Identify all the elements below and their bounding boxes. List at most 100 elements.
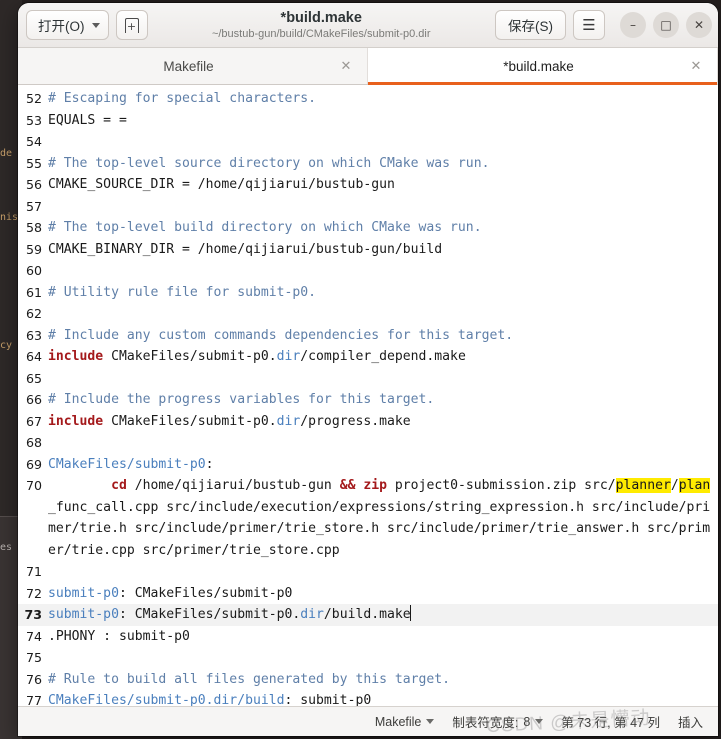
code-line[interactable]: 53 EQUALS = = [18, 110, 718, 132]
code-token: # Include the progress variables for thi… [48, 392, 435, 407]
text-editor[interactable]: 52 # Escaping for special characters. 53 EQ… [18, 85, 718, 706]
tab-build-make[interactable]: *build.make ✕ [368, 48, 718, 85]
code-line[interactable]: 64 include CMakeFiles/submit-p0.dir/compi… [18, 346, 718, 368]
chevron-down-icon [426, 719, 435, 724]
line-number: 70 [25, 478, 42, 493]
background-text-fragment: de [0, 148, 13, 159]
code-line[interactable]: 60 [18, 260, 718, 282]
tab-makefile[interactable]: Makefile ✕ [18, 48, 368, 84]
line-number: 58 [25, 220, 42, 235]
code-text[interactable]: .PHONY : submit-p0 [48, 626, 718, 648]
code-line[interactable]: 56 CMAKE_SOURCE_DIR = /home/qijiarui/bust… [18, 174, 718, 196]
code-text[interactable]: # Rule to build all files generated by t… [48, 669, 718, 691]
save-button[interactable]: 保存(S) [495, 10, 566, 40]
code-line[interactable]: 73 submit-p0: CMakeFiles/submit-p0.dir/bu… [18, 604, 718, 626]
code-text[interactable]: CMakeFiles/submit-p0.dir/build: submit-p… [48, 690, 718, 706]
code-text[interactable]: EQUALS = = [48, 110, 718, 132]
document-title: *build.make [280, 9, 362, 26]
code-line[interactable]: 65 [18, 368, 718, 390]
line-number: 74 [25, 628, 42, 644]
code-line[interactable]: 68 [18, 432, 718, 454]
line-number: 67 [25, 413, 42, 429]
code-text[interactable]: # Escaping for special characters. [48, 88, 718, 110]
tab-close-icon[interactable]: ✕ [683, 60, 709, 73]
save-button-label: 保存(S) [508, 19, 553, 34]
code-token: CMakeFiles/submit-p0 [48, 456, 206, 472]
minimize-icon: – [630, 18, 636, 32]
language-label: Makefile [374, 714, 422, 729]
code-line[interactable]: 72 submit-p0: CMakeFiles/submit-p0 [18, 583, 718, 605]
hamburger-menu-icon: ☰ [582, 17, 596, 34]
code-line[interactable]: 55 # The top-level source directory on wh… [18, 153, 718, 175]
code-text[interactable]: # The top-level build directory on which… [48, 217, 718, 239]
code-token: /home/qijiarui/bustub-gun [126, 478, 340, 493]
code-text[interactable]: # Utility rule file for submit-p0. [48, 282, 718, 304]
tab-width-value: 8 [523, 714, 531, 729]
background-text-fragment: es [0, 542, 13, 553]
code-text[interactable]: CMakeFiles/submit-p0: [48, 454, 718, 476]
code-token: CMakeFiles/submit-p0. [103, 349, 277, 364]
code-text[interactable]: include CMakeFiles/submit-p0.dir/progres… [48, 411, 718, 433]
code-token: include [48, 349, 104, 364]
line-number: 55 [25, 155, 42, 171]
code-line[interactable]: 52 # Escaping for special characters. [18, 88, 718, 110]
code-line[interactable]: 61 # Utility rule file for submit-p0. [18, 282, 718, 304]
code-text[interactable]: submit-p0: CMakeFiles/submit-p0.dir/buil… [48, 604, 718, 626]
code-text[interactable]: CMAKE_SOURCE_DIR = /home/qijiarui/bustub… [48, 174, 718, 196]
tab-close-icon[interactable]: ✕ [333, 60, 359, 73]
line-number: 53 [25, 112, 42, 128]
code-line[interactable]: 66 # Include the progress variables for t… [18, 389, 718, 411]
code-line[interactable]: 54 [18, 131, 718, 153]
code-text[interactable]: # Include any custom commands dependenci… [48, 325, 718, 347]
code-line[interactable]: 75 [18, 647, 718, 669]
code-line[interactable]: 74 .PHONY : submit-p0 [18, 626, 718, 648]
code-token: /compiler_depend.make [300, 349, 466, 364]
open-file-button[interactable]: 打开(O) [26, 10, 109, 40]
code-token: project0-submission.zip src/ [387, 478, 616, 493]
language-selector[interactable]: Makefile [366, 710, 444, 734]
code-token: CMakeFiles/submit-p0. [103, 413, 277, 429]
code-line[interactable]: 76 # Rule to build all files generated by… [18, 669, 718, 691]
code-token: include [48, 413, 104, 429]
gedit-window: 打开(O) *build.make ~/bustub-gun/build/CMa… [18, 3, 718, 736]
code-line[interactable]: 59 CMAKE_BINARY_DIR = /home/qijiarui/bust… [18, 239, 718, 261]
code-text[interactable]: # Include the progress variables for thi… [48, 389, 718, 411]
window-controls: – □ ✕ [613, 12, 712, 38]
code-text[interactable]: cd /home/qijiarui/bustub-gun && zip proj… [48, 475, 718, 561]
code-line[interactable]: 62 [18, 303, 718, 325]
chevron-down-icon [535, 719, 544, 724]
tab-label: *build.make [503, 58, 574, 74]
code-token: && zip [339, 478, 388, 493]
line-number: 68 [25, 435, 42, 450]
line-number: 64 [25, 349, 42, 364]
code-area[interactable]: 52 # Escaping for special characters. 53 EQ… [18, 85, 718, 706]
code-line[interactable]: 77 CMakeFiles/submit-p0.dir/build: submit… [18, 690, 718, 706]
code-line[interactable]: 63 # Include any custom commands dependen… [18, 325, 718, 347]
code-text[interactable]: # The top-level source directory on whic… [48, 153, 718, 175]
line-number: 76 [25, 671, 42, 687]
document-path: ~/bustub-gun/build/CMakeFiles/submit-p0.… [211, 27, 431, 40]
tab-width-selector[interactable]: 制表符宽度: 8 [443, 710, 552, 734]
code-token: : CMakeFiles/submit-p0 [118, 585, 293, 601]
code-line[interactable]: 71 [18, 561, 718, 583]
line-number: 62 [25, 306, 42, 321]
code-line[interactable]: 70 cd /home/qijiarui/bustub-gun && zip p… [18, 475, 718, 561]
code-line[interactable]: 69 CMakeFiles/submit-p0: [18, 454, 718, 476]
code-token: CMAKE_SOURCE_DIR = /home/qijiarui/bustub… [48, 177, 395, 192]
code-line[interactable]: 67 include CMakeFiles/submit-p0.dir/progr… [18, 411, 718, 433]
code-line[interactable]: 57 [18, 196, 718, 218]
minimize-button[interactable]: – [620, 12, 646, 38]
maximize-button[interactable]: □ [653, 12, 679, 38]
close-button[interactable]: ✕ [686, 12, 712, 38]
hamburger-menu-button[interactable]: ☰ [573, 10, 605, 40]
code-token: CMAKE_BINARY_DIR = /home/qijiarui/bustub… [48, 241, 443, 257]
line-number: 75 [25, 650, 42, 665]
code-text[interactable]: include CMakeFiles/submit-p0.dir/compile… [48, 346, 718, 368]
code-text[interactable]: CMAKE_BINARY_DIR = /home/qijiarui/bustub… [48, 239, 718, 261]
code-line[interactable]: 58 # The top-level build directory on whi… [18, 217, 718, 239]
code-text[interactable]: submit-p0: CMakeFiles/submit-p0 [48, 583, 718, 605]
tab-bar: Makefile ✕ *build.make ✕ [18, 48, 718, 85]
code-token: : submit-p0 [284, 693, 372, 706]
new-document-button[interactable] [115, 10, 148, 40]
